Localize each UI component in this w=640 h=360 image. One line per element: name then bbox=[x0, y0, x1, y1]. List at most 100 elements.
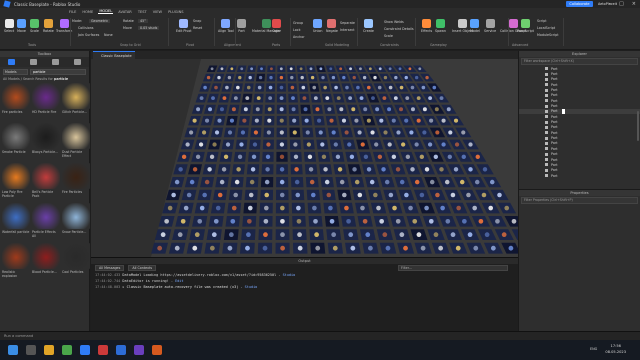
lock-button[interactable]: Lock bbox=[293, 28, 301, 32]
particle-texture bbox=[352, 75, 356, 80]
toolbox-item[interactable]: Snow Particle... bbox=[62, 203, 90, 241]
properties-filter-input[interactable]: Filter Properties (Ctrl+Shift+P) bbox=[521, 197, 638, 204]
snap-none-option[interactable]: None bbox=[104, 33, 113, 37]
menu-avatar[interactable]: AVATAR bbox=[117, 10, 133, 14]
marketplace-icon[interactable] bbox=[29, 59, 37, 65]
select-button[interactable]: Select bbox=[4, 19, 14, 33]
toolbox-item[interactable]: HD Particle Fire bbox=[32, 83, 60, 121]
negate-button[interactable]: Negate bbox=[326, 19, 338, 33]
rotate-button[interactable]: Rotate bbox=[43, 19, 54, 33]
tab-classic-baseplate[interactable]: Classic Baseplate bbox=[93, 51, 135, 59]
toolbox-item[interactable]: Realistic explosion bbox=[2, 243, 30, 281]
close-icon[interactable]: × bbox=[632, 1, 636, 7]
align-tool-button[interactable]: Align Tool bbox=[218, 19, 234, 33]
show-welds-toggle[interactable]: Show Welds bbox=[384, 20, 404, 24]
service-button[interactable]: Service bbox=[484, 19, 496, 33]
3d-viewport[interactable] bbox=[91, 59, 518, 257]
recent-icon[interactable] bbox=[52, 59, 60, 65]
explorer-item-label: Part bbox=[551, 114, 558, 119]
taskbar-clock[interactable]: 17:56 08.05.2023 bbox=[605, 343, 626, 355]
toolbox-item[interactable]: Particle Effects All bbox=[32, 203, 60, 241]
toolbox-item[interactable]: Smoke Particle bbox=[2, 123, 30, 161]
explorer-filter-input[interactable]: Filter workspace (Ctrl+Shift+X) bbox=[521, 58, 638, 65]
particle-texture bbox=[300, 75, 304, 80]
rotate-snap-input[interactable]: 45° bbox=[138, 19, 148, 23]
constraint-scale[interactable]: Scale bbox=[384, 34, 393, 38]
menu-home[interactable]: HOME bbox=[81, 10, 94, 14]
chrome-icon[interactable] bbox=[62, 345, 72, 355]
particle-texture bbox=[297, 232, 302, 238]
viewport-scene[interactable] bbox=[91, 59, 518, 257]
group-button[interactable]: Group bbox=[293, 21, 303, 25]
move-snap-input[interactable]: 0.05 studs bbox=[138, 26, 160, 30]
color-icon bbox=[272, 19, 281, 28]
collisions-checkbox[interactable]: Collisions bbox=[78, 26, 94, 30]
minimize-icon[interactable]: – bbox=[609, 1, 612, 7]
effects-button[interactable]: Effects bbox=[421, 19, 432, 33]
particle-texture bbox=[382, 232, 388, 238]
part-button[interactable]: Part bbox=[237, 19, 246, 33]
toolbox-item[interactable]: Waterfall particle bbox=[2, 203, 30, 241]
language-indicator[interactable]: ENG bbox=[590, 347, 597, 351]
toolbox-item[interactable]: Fire Particles bbox=[62, 163, 90, 201]
discord-icon[interactable] bbox=[134, 345, 144, 355]
toolbox-item[interactable]: Bloxys Particle... bbox=[32, 123, 60, 161]
obs-icon[interactable] bbox=[152, 345, 162, 355]
union-button[interactable]: Union bbox=[313, 19, 323, 33]
menu-view[interactable]: VIEW bbox=[152, 10, 163, 14]
toolbox-item[interactable]: Low Poly Fire Particle bbox=[2, 163, 30, 201]
start-icon[interactable] bbox=[8, 345, 18, 355]
toolbox-item[interactable]: Cool Particles bbox=[62, 243, 90, 281]
particle-texture bbox=[305, 130, 310, 135]
category-select[interactable]: Models bbox=[3, 68, 28, 75]
telegram-icon[interactable] bbox=[116, 345, 126, 355]
color-button[interactable]: Color bbox=[272, 19, 281, 33]
toolbox-item[interactable]: Blood Particle... bbox=[32, 243, 60, 281]
messages-filter[interactable]: All Messages bbox=[95, 265, 125, 271]
mode-select[interactable]: Geometric bbox=[89, 19, 111, 23]
menu-file[interactable]: FILE bbox=[68, 10, 77, 14]
particle-texture bbox=[419, 192, 425, 198]
particle-texture bbox=[248, 75, 252, 80]
separate-button[interactable]: Separate bbox=[340, 21, 355, 25]
module-script-button[interactable]: ModuleScript bbox=[537, 33, 559, 37]
local-script-button[interactable]: LocalScript bbox=[537, 26, 555, 30]
toolbox-search-input[interactable]: particle bbox=[30, 68, 86, 75]
toolbox-item[interactable]: Bell's Particle Pack bbox=[32, 163, 60, 201]
output-filter-input[interactable]: Filter... bbox=[398, 265, 508, 271]
menu-plugins[interactable]: PLUGINS bbox=[167, 10, 184, 14]
model-button[interactable]: Model bbox=[470, 19, 480, 33]
reset-pivot-button[interactable]: Reset bbox=[193, 26, 202, 30]
move-button[interactable]: Move bbox=[17, 19, 26, 33]
breadcrumb-text[interactable]: All Models / Search Results for bbox=[3, 77, 53, 81]
join-surfaces-checkbox[interactable]: Join Surfaces bbox=[78, 33, 99, 37]
creations-icon[interactable] bbox=[74, 59, 82, 65]
edit-pivot-button[interactable]: Edit Pivot bbox=[176, 19, 192, 33]
app-icon[interactable] bbox=[98, 345, 108, 355]
collaborate-button[interactable]: Collaborate bbox=[566, 1, 593, 7]
scale-button[interactable]: Scale bbox=[30, 19, 39, 33]
anchor-button[interactable]: Anchor bbox=[293, 35, 305, 39]
explorer-item-part[interactable]: Part bbox=[519, 173, 640, 178]
create-constraint-button[interactable]: Create bbox=[363, 19, 374, 33]
pivot-snap-toggle[interactable]: Snap bbox=[193, 19, 201, 23]
maximize-icon[interactable]: □ bbox=[619, 1, 624, 7]
script-button[interactable]: Script bbox=[537, 19, 547, 23]
menu-model[interactable]: MODEL bbox=[98, 9, 114, 14]
menu-test[interactable]: TEST bbox=[137, 10, 148, 14]
run-script-button[interactable]: Run Script bbox=[517, 19, 534, 33]
output-line[interactable]: 17:44:48.003 ▸ Classic Baseplate auto-re… bbox=[91, 284, 518, 290]
intersect-button[interactable]: Intersect bbox=[340, 28, 355, 32]
toolbox-item[interactable]: Glitch Particle... bbox=[62, 83, 90, 121]
toolbox-item[interactable]: Fire particles bbox=[2, 83, 30, 121]
inventory-icon[interactable] bbox=[7, 59, 15, 65]
toolbox-item[interactable]: Dust Particle Effect bbox=[62, 123, 90, 161]
roblox-studio-taskbar-icon[interactable] bbox=[80, 345, 90, 355]
command-bar[interactable]: Run a command bbox=[0, 331, 640, 340]
constraint-details-toggle[interactable]: Constraint Details bbox=[384, 27, 414, 31]
file-explorer-icon[interactable] bbox=[44, 345, 54, 355]
contexts-filter[interactable]: All Contexts bbox=[128, 265, 157, 271]
search-icon[interactable] bbox=[26, 345, 36, 355]
explorer-scrollbar[interactable] bbox=[637, 111, 639, 141]
spawn-button[interactable]: Spawn bbox=[435, 19, 446, 33]
